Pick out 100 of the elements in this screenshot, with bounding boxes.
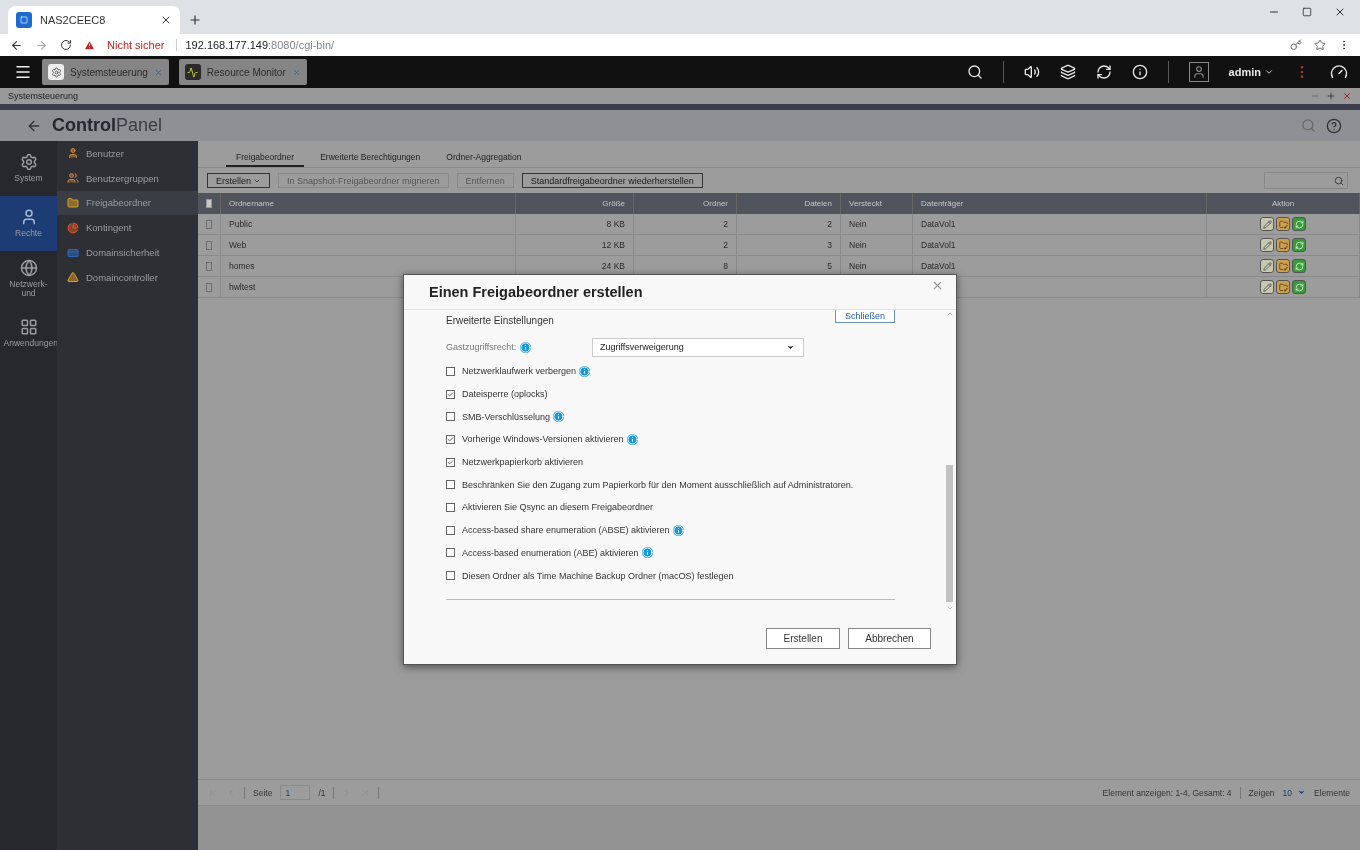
folder-icon[interactable] — [1276, 259, 1290, 273]
folder-icon[interactable] — [1276, 217, 1290, 231]
page-size-select[interactable]: 10 — [1282, 787, 1307, 798]
checkbox-label[interactable]: Aktivieren Sie Qsync an diesem Freigabeordner — [462, 502, 654, 513]
item-summary: Element anzeigen: 1-4, Gesamt: 4 — [1102, 787, 1232, 798]
access-select[interactable]: Zugriffsverweigerung — [592, 337, 804, 357]
rail-item[interactable]: Rechte — [0, 196, 57, 251]
refresh-icon[interactable] — [1292, 217, 1306, 231]
nav-item[interactable]: Benutzer — [57, 141, 198, 166]
rail-item[interactable]: Anwendungen — [0, 306, 57, 361]
refresh-icon[interactable] — [1292, 280, 1306, 294]
checkbox[interactable] — [446, 366, 455, 376]
bookmark-icon[interactable] — [1314, 39, 1326, 51]
toolbar-button[interactable]: Standardfreigabeordner wiederherstellen — [521, 173, 703, 188]
row-checkbox[interactable] — [206, 261, 212, 271]
cancel-button[interactable]: Abbrechen — [848, 627, 931, 649]
speaker-icon[interactable] — [1023, 64, 1040, 80]
maximize-icon[interactable] — [1326, 91, 1336, 101]
maximize-icon[interactable] — [1302, 7, 1312, 17]
checkbox[interactable] — [446, 457, 455, 467]
rail-item[interactable]: Netzwerk- und — [0, 251, 57, 306]
edit-icon[interactable] — [1260, 217, 1274, 231]
close-icon[interactable] — [160, 14, 172, 26]
stack-icon[interactable] — [1059, 64, 1076, 80]
app-tab[interactable]: Systemsteuerung — [42, 59, 169, 85]
checkbox-label[interactable]: Dateisperre (oplocks) — [462, 389, 548, 400]
checkbox[interactable] — [446, 571, 455, 581]
key-icon[interactable] — [1290, 39, 1302, 51]
rail-item[interactable]: System — [0, 141, 57, 196]
page-field[interactable]: 1 — [280, 785, 311, 800]
user-menu[interactable]: admin — [1228, 66, 1274, 78]
row-checkbox[interactable] — [206, 219, 212, 229]
close-icon[interactable] — [1334, 6, 1346, 18]
nav-item[interactable]: Domaincontroller — [57, 265, 198, 290]
column-header[interactable]: Versteckt — [849, 199, 882, 208]
checkbox[interactable] — [446, 389, 455, 399]
column-header[interactable]: Aktion — [1271, 199, 1295, 208]
folder-icon[interactable] — [1276, 238, 1290, 252]
table-cell: Nein — [849, 219, 867, 229]
field-label: Gastzugriffsrecht: — [446, 342, 517, 352]
create-button[interactable]: Erstellen — [766, 627, 840, 649]
person-icon — [67, 147, 79, 160]
avatar-icon[interactable] — [1188, 62, 1209, 82]
folder-icon[interactable] — [1276, 280, 1290, 294]
checkbox[interactable] — [446, 434, 455, 444]
refresh-icon[interactable] — [1292, 238, 1306, 252]
grid-icon — [19, 318, 38, 337]
info-icon[interactable] — [1131, 64, 1148, 80]
sync-icon[interactable] — [1095, 64, 1112, 80]
collapse-button[interactable]: Schließen — [834, 310, 895, 323]
nav-item[interactable]: Benutzergruppen — [57, 165, 198, 191]
new-tab-icon[interactable] — [188, 13, 202, 27]
back-icon[interactable] — [10, 38, 23, 52]
row-checkbox[interactable] — [206, 282, 212, 292]
column-header[interactable]: Dateien — [804, 199, 832, 208]
forward-icon[interactable] — [35, 38, 48, 52]
column-header[interactable]: Größe — [602, 199, 625, 208]
nav-item[interactable]: Domainsicherheit — [57, 240, 198, 265]
security-warning[interactable]: Nicht sicher — [107, 39, 165, 51]
search-icon[interactable] — [966, 64, 983, 80]
checkbox[interactable] — [446, 502, 455, 512]
nav-item[interactable]: Freigabeordner — [57, 190, 198, 216]
search-field[interactable] — [1264, 172, 1348, 189]
checkbox-label[interactable]: Access-based enumeration (ABE) aktivieren — [462, 547, 639, 558]
checkbox-label[interactable]: Beschränken Sie den Zugang zum Papierkorb für den Moment ausschließlich auf Administratoren. — [462, 479, 854, 490]
url-path[interactable]: :8080/cgi-bin/ — [268, 39, 335, 51]
column-header[interactable]: Ordnername — [229, 199, 274, 208]
nav-item[interactable]: Kontingent — [57, 215, 198, 241]
edit-icon[interactable] — [1260, 238, 1274, 252]
checkbox[interactable] — [446, 525, 455, 535]
checkbox[interactable] — [446, 548, 455, 558]
checkbox-label[interactable]: Netzwerklaufwerk verbergen — [462, 366, 577, 377]
browser-tab[interactable]: NAS2CEEC8 — [8, 6, 180, 34]
refresh-icon[interactable] — [1292, 259, 1306, 273]
select-all-checkbox[interactable] — [206, 199, 212, 208]
tab[interactable]: Erweiterte Berechtigungen — [310, 152, 431, 167]
checkbox-label[interactable]: Diesen Ordner als Time Machine Backup Ordner (macOS) festlegen — [462, 570, 734, 581]
column-header[interactable]: Ordner — [703, 199, 728, 208]
app-tab[interactable]: Resource Monitor — [178, 59, 307, 85]
reload-icon[interactable] — [60, 39, 72, 51]
tab[interactable]: Freigabeordner — [226, 152, 305, 167]
checkbox-label[interactable]: SMB-Verschlüsselung — [462, 411, 551, 422]
checkbox[interactable] — [446, 480, 455, 490]
edit-icon[interactable] — [1260, 280, 1274, 294]
checkbox-label[interactable]: Netzwerkpapierkorb aktivieren — [462, 457, 584, 468]
checkbox-label[interactable]: Access-based share enumeration (ABSE) aktivieren — [462, 525, 670, 536]
checkbox[interactable] — [446, 412, 455, 422]
items-label: Elemente — [1314, 787, 1350, 798]
tab[interactable]: Ordner-Aggregation — [436, 152, 532, 167]
row-checkbox[interactable] — [206, 240, 212, 250]
edit-icon[interactable] — [1260, 259, 1274, 273]
gauge-icon[interactable] — [1330, 63, 1348, 81]
url-host[interactable]: 192.168.177.149 — [176, 39, 269, 51]
table-cell: Public — [229, 219, 253, 229]
column-header[interactable]: Datenträger — [921, 199, 964, 208]
help-icon[interactable] — [1326, 117, 1342, 134]
menu-icon[interactable] — [14, 63, 32, 81]
dropdown-button[interactable]: Erstellen — [207, 173, 270, 188]
checkbox-label[interactable]: Vorherige Windows-Versionen aktivieren — [462, 434, 624, 445]
table-cell: 3 — [827, 240, 832, 250]
